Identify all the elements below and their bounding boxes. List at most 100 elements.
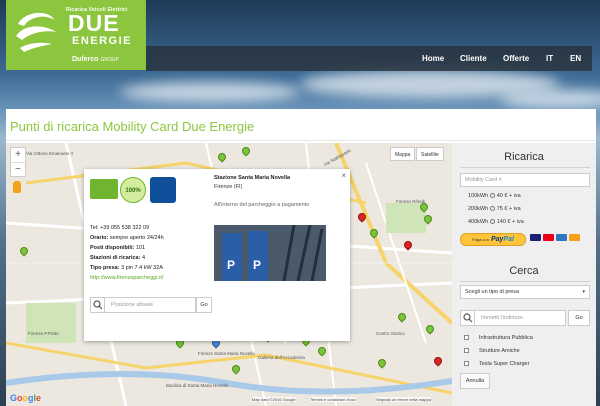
map-canvas[interactable]: Via Vittorio Emanuele II Via Stalingrado… — [6, 143, 452, 406]
checkbox-label: Strutture Amiche — [479, 348, 520, 354]
logo-brand-top: DUE — [68, 10, 120, 36]
discover-card-icon — [569, 234, 580, 241]
radio-button[interactable] — [490, 193, 496, 199]
current-position-placeholder: Posizione attuale — [111, 302, 153, 308]
nav-lang-it[interactable]: IT — [546, 46, 553, 71]
sidebar: Ricarica Mobility Card n 100kWh 40 € + i… — [452, 143, 596, 406]
paypal-word-pal: Pal — [503, 236, 514, 243]
search-icon-box — [91, 298, 105, 312]
station-photo-image: P P — [214, 225, 326, 281]
recharge-option-400[interactable]: 400kWh 140 € + iva — [468, 219, 524, 225]
map-data-attribution: Map data ©2016 Google — [252, 397, 296, 402]
close-icon[interactable]: × — [341, 171, 346, 180]
filter-public-infrastructure[interactable]: Infrastruttura Pubblica — [464, 335, 533, 341]
station-city: Firenze (FI) — [214, 184, 243, 190]
nav-offerte[interactable]: Offerte — [503, 46, 529, 71]
map-terms-link[interactable]: Termini e condizioni d'uso — [310, 397, 356, 402]
map-type-mappa[interactable]: Mappa — [390, 147, 416, 161]
map-report-error-link[interactable]: Segnala un errore nella mappa — [376, 397, 431, 402]
option-price: 140 € + iva — [496, 219, 524, 225]
filter-tesla-supercharger[interactable]: Tesla Super Charger — [464, 361, 529, 367]
plug-type-select[interactable]: Scegli un tipo di presa ▾ — [460, 285, 590, 299]
cloud — [500, 90, 600, 108]
checkbox-label: Infrastruttura Pubblica — [479, 335, 533, 341]
plug-value: 3 pin 7.4 kW 32A — [121, 265, 163, 271]
filter-friendly-structures[interactable]: Strutture Amiche — [464, 348, 520, 354]
reset-button[interactable]: Annulla — [460, 373, 490, 389]
google-letter: e — [36, 393, 42, 403]
checkbox[interactable] — [464, 348, 469, 354]
street-view-pegman-icon[interactable] — [13, 181, 21, 193]
map-street-label: Via Vittorio Emanuele II — [26, 151, 73, 156]
option-kwh: 100kWh — [468, 193, 489, 199]
title-divider — [6, 140, 596, 141]
parking-logo — [150, 177, 176, 203]
logo-group: Duferco GROUP — [72, 56, 119, 63]
svg-text:P: P — [227, 258, 235, 272]
plug-label: Tipo presa: — [90, 265, 120, 271]
nav-home[interactable]: Home — [422, 46, 444, 71]
logo-brand-bottom: ENERGIE — [72, 35, 133, 47]
ricarica-heading: Ricarica — [504, 151, 544, 163]
swirl-logo-icon — [16, 12, 56, 52]
zoom-in-button[interactable]: + — [11, 148, 25, 162]
paypal-button[interactable]: Paga con PayPal — [460, 233, 526, 246]
option-kwh: 400kWh — [468, 219, 489, 225]
zoom-out-button[interactable]: − — [11, 162, 25, 176]
station-phone: Tel: +39 055 538 322 09 — [90, 225, 150, 231]
option-price: 75 € + iva — [496, 206, 521, 212]
mobility-card-input[interactable]: Mobility Card n — [460, 173, 590, 187]
station-spots: Posti disponibili: 101 — [90, 245, 145, 251]
spots-value: 101 — [135, 245, 146, 251]
ricarica-divider — [460, 167, 590, 168]
chevron-down-icon: ▾ — [582, 289, 585, 295]
radio-button[interactable] — [490, 206, 496, 212]
search-icon — [463, 313, 473, 323]
nav-cliente[interactable]: Cliente — [460, 46, 487, 71]
green-energy-badge: 100% — [120, 177, 146, 203]
recharge-option-200[interactable]: 200kWh 75 € + iva — [468, 206, 521, 212]
amex-card-icon — [556, 234, 567, 241]
address-search-field[interactable]: Immetti l'indirizzo — [460, 310, 566, 326]
current-position-go-button[interactable]: Go — [196, 297, 212, 313]
checkbox-label: Tesla Super Charger — [479, 361, 530, 367]
credit-card-icons — [530, 234, 582, 241]
nav-lang-en[interactable]: EN — [570, 46, 581, 71]
station-info-window: × 100% Tel: +39 055 538 322 09 Orario: s… — [84, 169, 350, 341]
checkbox[interactable] — [464, 335, 469, 341]
map-place-label: Centro Storico — [376, 331, 405, 336]
logo-group-suffix: GROUP — [100, 57, 119, 63]
page-title: Punti di ricarica Mobility Card Due Ener… — [10, 119, 255, 134]
google-logo: Google — [10, 393, 41, 403]
logo-group-name: Duferco — [72, 56, 99, 63]
content-panel: Punti di ricarica Mobility Card Due Ener… — [6, 109, 596, 406]
station-plug-type: Tipo presa: 3 pin 7.4 kW 32A — [90, 265, 163, 271]
map-place-label: Basilica di Santa Maria Novella — [166, 383, 229, 388]
station-chargers: Stazioni di ricarica: 4 — [90, 255, 145, 261]
map-place-label: Firenze P.Prato — [28, 331, 59, 336]
map-place-label: Firenze Santa Maria Novella — [198, 351, 255, 356]
recharge-option-100[interactable]: 100kWh 40 € + iva — [468, 193, 521, 199]
address-go-button[interactable]: Go — [568, 310, 590, 326]
main-navbar: Home Cliente Offerte IT EN — [146, 46, 592, 71]
visa-card-icon — [530, 234, 541, 241]
address-placeholder: Immetti l'indirizzo — [481, 315, 524, 321]
plug-type-selected-value: Scegli un tipo di presa — [465, 289, 520, 295]
chargers-label: Stazioni di ricarica: — [90, 255, 141, 261]
checkbox[interactable] — [464, 361, 469, 367]
map-type-satellite[interactable]: Satellite — [416, 147, 444, 161]
chargers-value: 4 — [141, 255, 146, 261]
station-hours: Orario: sempre aperto 24/24h — [90, 235, 164, 241]
mastercard-icon — [543, 234, 554, 241]
cloud — [120, 82, 300, 102]
map-place-label: Galleria dell'Accademia — [258, 355, 305, 360]
hours-value: sempre aperto 24/24h — [109, 235, 164, 241]
current-position-field[interactable]: Posizione attuale — [90, 297, 196, 313]
search-icon — [93, 300, 103, 310]
brand-logo[interactable]: Ricarica Veicoli Elettrici DUE ENERGIE D… — [6, 0, 146, 70]
cerca-divider — [460, 281, 590, 282]
station-website-link[interactable]: http://www.firenzeparcheggi.it/ — [90, 275, 163, 281]
paypal-word-pay: Pay — [490, 236, 504, 243]
due-energie-logo — [90, 179, 118, 199]
radio-button[interactable] — [490, 219, 496, 225]
